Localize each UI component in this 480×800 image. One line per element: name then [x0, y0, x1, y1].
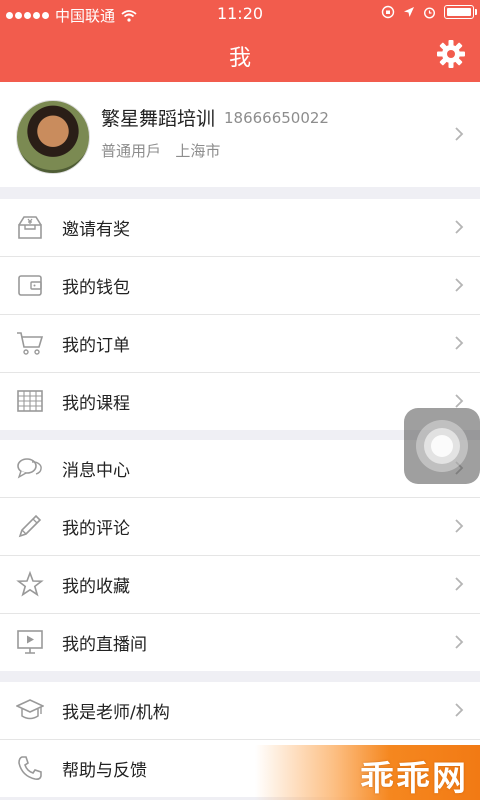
profile-name: 繁星舞蹈培训 — [101, 108, 216, 130]
status-bar: 中国联通 11:20 — [0, 0, 480, 28]
orientation-lock-icon — [381, 5, 395, 19]
chevron-right-icon — [455, 394, 464, 408]
menu-item-label: 邀请有奖 — [62, 220, 130, 240]
menu-item-comments[interactable]: 我的评论 — [0, 498, 480, 556]
chevron-right-icon — [455, 336, 464, 350]
chevron-right-icon — [455, 577, 464, 591]
star-icon — [16, 570, 44, 597]
profile-user-type: 普通用戶 — [101, 142, 162, 160]
chevron-right-icon — [455, 220, 464, 234]
profile-subline: 普通用戶 上海市 — [101, 140, 220, 161]
menu-item-teacher[interactable]: 我是老师/机构 — [0, 682, 480, 740]
location-arrow-icon — [404, 7, 414, 17]
phone-icon — [18, 756, 42, 780]
graduation-cap-icon — [16, 699, 44, 720]
menu-item-label: 我是老师/机构 — [62, 703, 170, 723]
alarm-icon — [423, 6, 436, 19]
chevron-right-icon — [455, 635, 464, 649]
battery-icon — [444, 5, 477, 19]
menu-item-label: 我的评论 — [62, 519, 130, 539]
menu-item-orders[interactable]: 我的订单 — [0, 315, 480, 373]
avatar — [16, 100, 90, 174]
assistive-touch-button[interactable] — [404, 408, 480, 484]
gear-icon[interactable] — [436, 39, 466, 69]
chevron-right-icon — [455, 127, 464, 141]
menu-item-live-room[interactable]: 我的直播间 — [0, 614, 480, 671]
menu-item-label: 我的直播间 — [62, 635, 147, 655]
chat-bubbles-icon — [17, 458, 42, 479]
menu-item-label: 我的收藏 — [62, 577, 130, 597]
profile-phone: 18666650022 — [224, 109, 329, 127]
page-title: 我 — [228, 46, 251, 71]
profile-city: 上海市 — [175, 142, 221, 160]
menu-item-invite[interactable]: 邀请有奖 — [0, 199, 480, 257]
wallet-icon — [18, 275, 42, 296]
menu-group-account: 邀请有奖 我的钱包 我的订单 我的课程 — [0, 199, 480, 430]
video-play-icon — [17, 630, 43, 654]
menu-item-label: 消息中心 — [62, 461, 130, 481]
nav-bar: 我 — [0, 28, 480, 82]
watermark-text: 乖乖网 — [360, 759, 468, 799]
pencil-icon — [18, 514, 42, 538]
cart-icon — [17, 332, 44, 355]
menu-item-label: 帮助与反馈 — [62, 761, 147, 781]
chevron-right-icon — [455, 278, 464, 292]
gift-inbox-icon — [18, 216, 42, 239]
menu-item-favorites[interactable]: 我的收藏 — [0, 556, 480, 614]
menu-item-label: 我的订单 — [62, 336, 130, 356]
watermark: 乖乖网 — [255, 745, 480, 800]
menu-item-wallet[interactable]: 我的钱包 — [0, 257, 480, 315]
chevron-right-icon — [455, 519, 464, 533]
menu-item-label: 我的课程 — [62, 394, 130, 414]
chevron-right-icon — [455, 703, 464, 717]
calendar-grid-icon — [17, 390, 43, 412]
menu-item-label: 我的钱包 — [62, 278, 130, 298]
profile-card[interactable]: 繁星舞蹈培训 18666650022 普通用戶 上海市 — [0, 82, 480, 187]
